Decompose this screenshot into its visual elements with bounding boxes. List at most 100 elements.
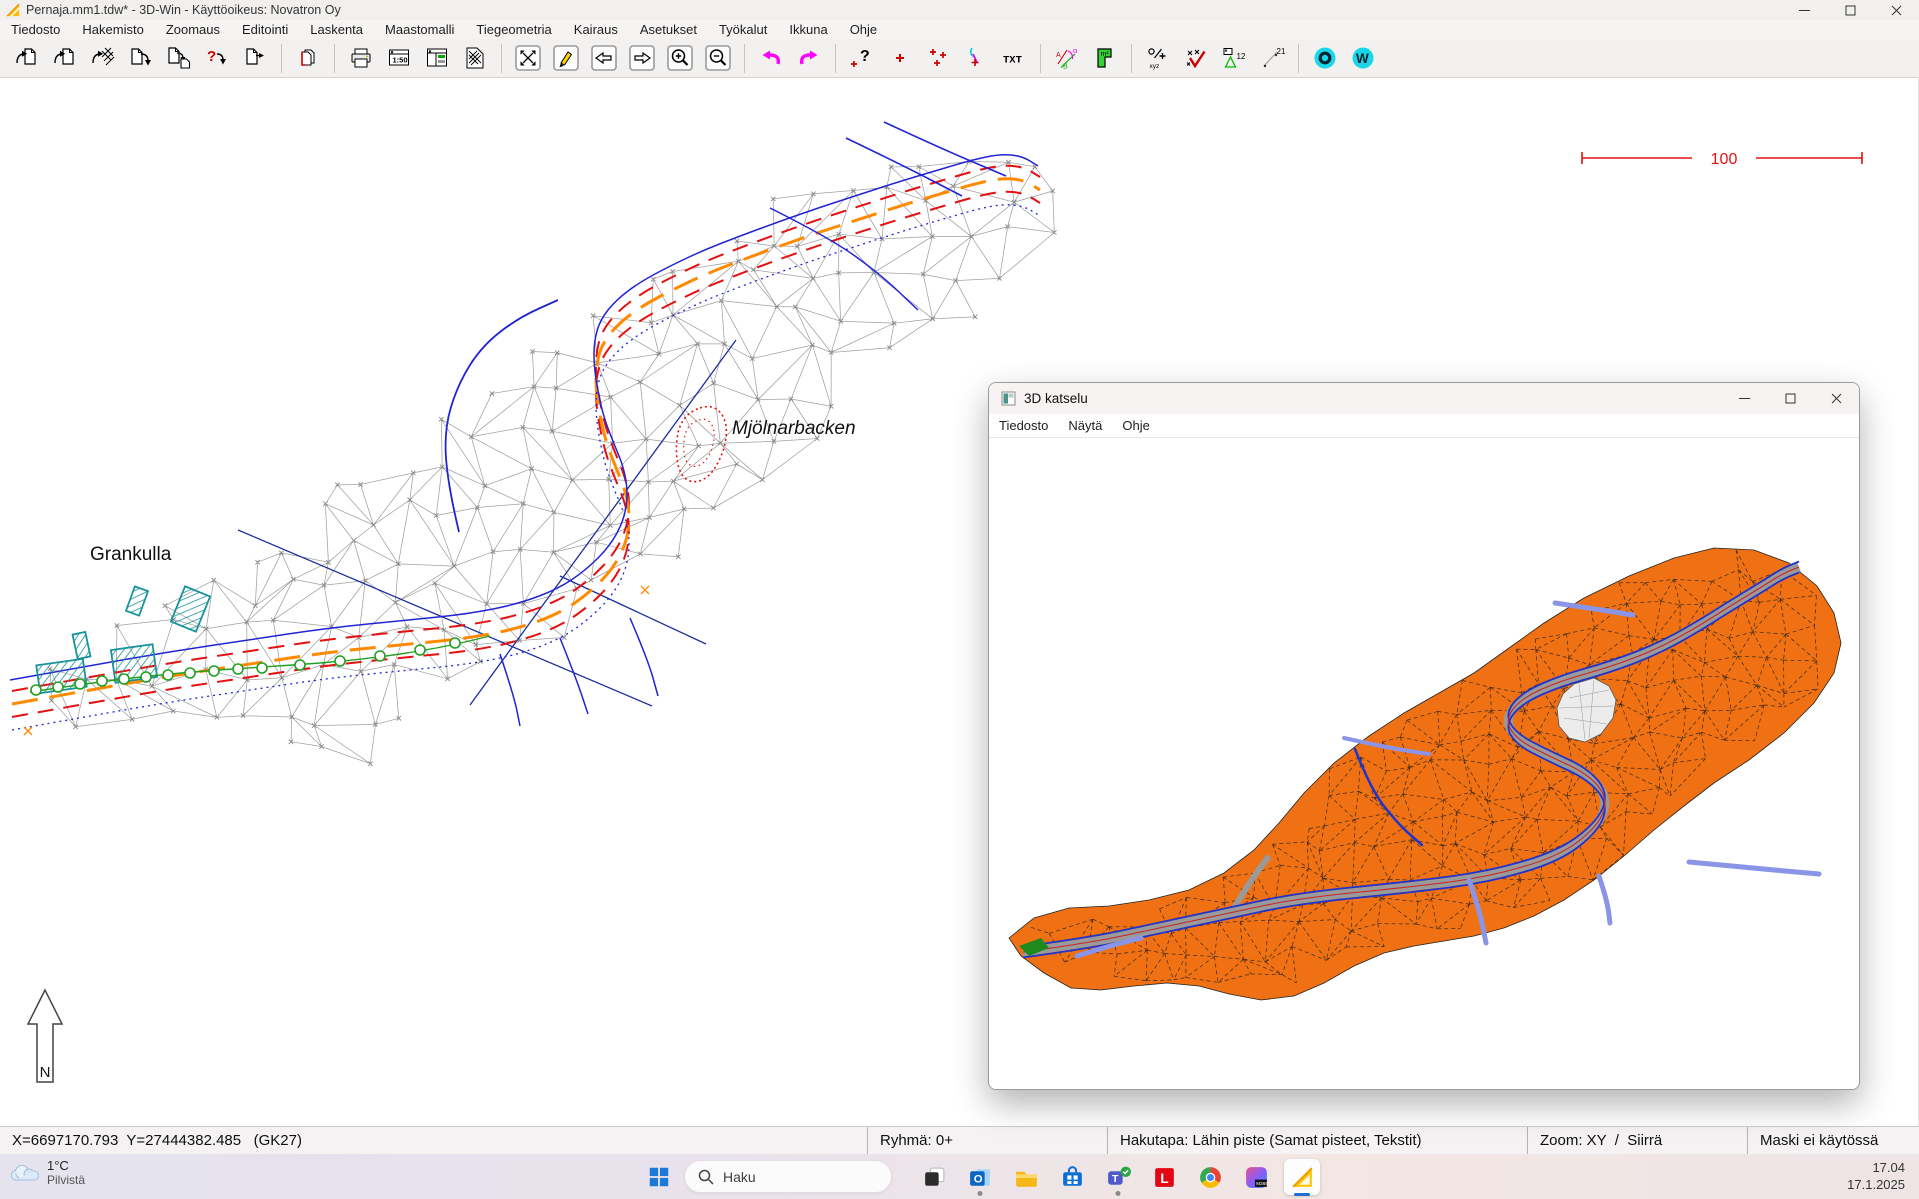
status-segment-1: Ryhmä: 0+ [868, 1127, 1108, 1154]
viewer3d-close-button[interactable] [1813, 383, 1859, 414]
add-points-button[interactable] [919, 41, 957, 75]
toolbar: ? 1:50? TXT ABαm² xyz 1221 W [0, 39, 1919, 78]
viewer3d-title-bar[interactable]: 3D katselu [989, 383, 1859, 414]
viewer3d-menu-näytä[interactable]: Näytä [1058, 418, 1112, 433]
label-grankulla: Grankulla [90, 544, 172, 565]
zoom-extents-button[interactable] [509, 41, 547, 75]
menu-editointi[interactable]: Editointi [231, 22, 299, 37]
open-file-alt-icon [52, 45, 78, 71]
tool-o-button[interactable] [1306, 41, 1344, 75]
close-button[interactable] [1873, 0, 1919, 20]
menu-maastomalli[interactable]: Maastomalli [374, 22, 465, 37]
menu-ohje[interactable]: Ohje [839, 22, 888, 37]
start-button[interactable] [644, 1162, 674, 1192]
print-layout-button[interactable] [418, 41, 456, 75]
point-on-line-button[interactable] [957, 41, 995, 75]
open-pattern-file-icon [90, 45, 116, 71]
viewer3d-icon [1001, 391, 1016, 406]
menu-zoomaus[interactable]: Zoomaus [155, 22, 231, 37]
undo-button[interactable] [752, 41, 790, 75]
tree-marker [415, 645, 425, 655]
measure-area-button[interactable]: m² [1086, 41, 1124, 75]
viewer3d-maximize-button[interactable] [1767, 383, 1813, 414]
outlook-icon: O [967, 1164, 994, 1191]
print-pattern-button[interactable] [456, 41, 494, 75]
minimize-icon [1799, 5, 1810, 16]
zoom-pen-icon [553, 45, 579, 71]
search-box[interactable]: Haku [684, 1160, 892, 1193]
check-points-button[interactable] [1177, 41, 1215, 75]
taskbar-app-3dwin[interactable] [1284, 1159, 1320, 1195]
open-file-button[interactable] [8, 41, 46, 75]
weather-temp: 1°C [47, 1158, 85, 1173]
menu-laskenta[interactable]: Laskenta [299, 22, 374, 37]
coordinate-tools-button[interactable]: xyz [1139, 41, 1177, 75]
menu-ikkuna[interactable]: Ikkuna [778, 22, 838, 37]
add-query-point-button[interactable]: ? [843, 41, 881, 75]
print-icon [348, 45, 374, 71]
viewer3d-view[interactable] [989, 438, 1859, 1089]
open-pattern-file-button[interactable] [84, 41, 122, 75]
zoom-out-button[interactable] [699, 41, 737, 75]
zoom-pen-button[interactable] [547, 41, 585, 75]
toolbar-separator [1131, 44, 1132, 73]
tree-marker [163, 670, 173, 680]
save-query-button[interactable]: ? [198, 41, 236, 75]
taskbar-app-outlook[interactable]: O [962, 1159, 998, 1195]
viewer3d-window[interactable]: 3D katselu TiedostoNäytäOhje [988, 382, 1860, 1090]
tree-marker [335, 656, 345, 666]
save-file-as-button[interactable] [160, 41, 198, 75]
triangle-model-icon: 12 [1221, 45, 1247, 71]
taskbar-app-explorer[interactable] [1008, 1159, 1044, 1195]
tree-marker [450, 638, 460, 648]
menu-asetukset[interactable]: Asetukset [629, 22, 708, 37]
tree-marker [375, 651, 385, 661]
menu-työkalut[interactable]: Työkalut [708, 22, 778, 37]
tree-marker [185, 668, 195, 678]
menu-tiegeometria[interactable]: Tiegeometria [465, 22, 562, 37]
menu-hakemisto[interactable]: Hakemisto [71, 22, 154, 37]
check-points-icon [1183, 45, 1209, 71]
view-previous-button[interactable] [585, 41, 623, 75]
view-next-button[interactable] [623, 41, 661, 75]
svg-text:L: L [1160, 1171, 1168, 1186]
print-button[interactable] [342, 41, 380, 75]
taskbar-app-l-app[interactable]: L [1146, 1159, 1182, 1195]
add-point-button[interactable] [881, 41, 919, 75]
tool-w-button[interactable]: W [1344, 41, 1382, 75]
menu-kairaus[interactable]: Kairaus [563, 22, 629, 37]
add-text-button[interactable]: TXT [995, 41, 1033, 75]
triangle-model-button[interactable]: 12 [1215, 41, 1253, 75]
zoom-in-button[interactable] [661, 41, 699, 75]
clock-widget[interactable]: 17.04 17.1.2025 [1847, 1159, 1905, 1193]
measure-angle-button[interactable]: ABα [1048, 41, 1086, 75]
taskbar-app-chrome[interactable] [1192, 1159, 1228, 1195]
clock-time: 17.04 [1847, 1159, 1905, 1176]
open-file-alt-button[interactable] [46, 41, 84, 75]
menu-tiedosto[interactable]: Tiedosto [0, 22, 71, 37]
point-on-line-icon [963, 45, 989, 71]
tree-marker [257, 663, 267, 673]
add-point-icon [887, 45, 913, 71]
tree-marker [53, 682, 63, 692]
taskbar-app-teams[interactable]: T [1100, 1159, 1136, 1195]
export-file-button[interactable] [236, 41, 274, 75]
save-file-button[interactable] [122, 41, 160, 75]
weather-widget[interactable]: 1°C Pilvistä [10, 1158, 85, 1187]
minimize-button[interactable] [1781, 0, 1827, 20]
title-bar[interactable]: Pernaja.mm1.tdw* - 3D-Win - Käyttöoikeus… [0, 0, 1919, 20]
maximize-button[interactable] [1827, 0, 1873, 20]
redo-button[interactable] [790, 41, 828, 75]
viewer3d-minimize-button[interactable] [1721, 383, 1767, 414]
print-scale-button[interactable]: 1:50 [380, 41, 418, 75]
copy-pages-button[interactable] [289, 41, 327, 75]
viewer3d-menu-tiedosto[interactable]: Tiedosto [989, 418, 1058, 433]
taskbar-app-copilot[interactable]: M365 [1238, 1159, 1274, 1195]
taskbar-app-task-view[interactable] [916, 1159, 952, 1195]
app-logo-icon [6, 3, 20, 17]
taskbar-app-store[interactable] [1054, 1159, 1090, 1195]
line-numbering-button[interactable]: 21 [1253, 41, 1291, 75]
viewer3d-menu-ohje[interactable]: Ohje [1112, 418, 1159, 433]
svg-text:?: ? [860, 48, 870, 65]
add-points-icon [925, 45, 951, 71]
